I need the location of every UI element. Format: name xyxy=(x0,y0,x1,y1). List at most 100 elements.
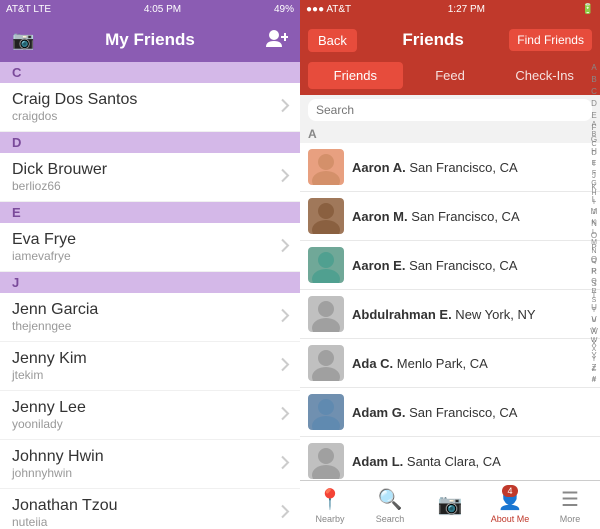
right-alpha-letter[interactable]: H xyxy=(591,189,596,199)
friend-username: johnnyhwin xyxy=(12,466,270,480)
right-alpha-letter[interactable]: Z xyxy=(592,365,596,375)
right-alpha-letter[interactable]: J xyxy=(592,208,596,218)
friend-arrow-icon xyxy=(280,407,290,424)
right-tab-bar: FriendsFeedCheck-Ins xyxy=(300,62,600,95)
bottom-tab-nearby[interactable]: 📍Nearby xyxy=(300,481,360,529)
friend-full-name: Aaron E. San Francisco, CA xyxy=(352,258,592,273)
friend-row[interactable]: Adam G. San Francisco, CA xyxy=(300,388,600,437)
friend-name: Eva Frye xyxy=(12,231,270,249)
avatar xyxy=(308,149,344,185)
right-alpha-letter[interactable]: V xyxy=(592,326,597,336)
bottom-tab-label: Search xyxy=(376,514,405,524)
tab-friends[interactable]: Friends xyxy=(308,62,403,89)
right-alpha-letter[interactable]: A xyxy=(592,120,597,130)
friend-arrow-icon xyxy=(280,169,290,186)
friend-name: Johnny Hwin xyxy=(12,448,270,466)
tab-feed[interactable]: Feed xyxy=(403,62,498,89)
tab-check-ins[interactable]: Check-Ins xyxy=(497,62,592,89)
friend-arrow-icon xyxy=(280,358,290,375)
left-panel: AT&T LTE 4:05 PM 49% 📷 My Friends C Crai… xyxy=(0,0,300,529)
friend-item[interactable]: Johnny Hwin johnnyhwin xyxy=(0,440,300,489)
friend-name: Jenny Lee xyxy=(12,399,270,417)
friend-info: Adam L. Santa Clara, CA xyxy=(352,454,592,469)
right-alpha-letter[interactable]: X xyxy=(592,345,597,355)
find-friends-button[interactable]: Find Friends xyxy=(509,29,592,51)
right-alpha-letter[interactable]: L xyxy=(592,228,596,238)
right-alpha-letter[interactable]: D xyxy=(591,149,596,159)
friend-item[interactable]: Eva Frye iamevafrye xyxy=(0,223,300,272)
friend-item[interactable]: Jenn Garcia thejenngee xyxy=(0,293,300,342)
camera-icon[interactable]: 📷 xyxy=(12,30,34,51)
right-alpha-sidebar[interactable]: ABCDEFGHIJKLMNOPQRSTUVWXYZ# xyxy=(588,120,600,385)
avatar xyxy=(308,443,344,479)
friend-row[interactable]: Adam L. Santa Clara, CA xyxy=(300,437,600,480)
bottom-tab-bar: 📍Nearby🔍Search 📷 👤4About Me☰More xyxy=(300,480,600,529)
back-button[interactable]: Back xyxy=(308,29,357,52)
friend-full-name: Abdulrahman E. New York, NY xyxy=(352,307,592,322)
right-alpha-letter[interactable]: K xyxy=(592,218,597,228)
left-content: C Craig Dos Santos craigdos D Dick Brouw… xyxy=(0,62,300,529)
friend-row[interactable]: Aaron M. San Francisco, CA xyxy=(300,192,600,241)
left-status-bar: AT&T LTE 4:05 PM 49% xyxy=(0,0,300,18)
friend-info: Aaron M. San Francisco, CA xyxy=(352,209,592,224)
left-header: 📷 My Friends xyxy=(0,18,300,62)
right-carrier: ●●● AT&T xyxy=(306,4,351,15)
right-alpha-letter[interactable]: C xyxy=(591,140,596,150)
right-alpha-letter[interactable]: S xyxy=(592,296,597,306)
right-alpha-letter[interactable]: I xyxy=(593,198,595,208)
friend-row[interactable]: Aaron E. San Francisco, CA xyxy=(300,241,600,290)
right-alpha-letter[interactable]: G xyxy=(591,179,596,189)
friend-row[interactable]: Aaron A. San Francisco, CA xyxy=(300,143,600,192)
bottom-tab-more[interactable]: ☰More xyxy=(540,481,600,529)
friend-row[interactable]: Abdulrahman E. New York, NY xyxy=(300,290,600,339)
friend-info: Aaron E. San Francisco, CA xyxy=(352,258,592,273)
right-battery-icons: 🔋 xyxy=(582,4,594,15)
friend-item[interactable]: Jenny Kim jtekim xyxy=(0,342,300,391)
bottom-tab-label: Nearby xyxy=(315,514,344,524)
right-alpha-letter[interactable]: P xyxy=(592,267,597,277)
right-alpha-letter[interactable]: E xyxy=(592,159,597,169)
friend-full-name: Adam L. Santa Clara, CA xyxy=(352,454,592,469)
avatar xyxy=(308,394,344,430)
right-alpha-letter[interactable]: U xyxy=(591,316,596,326)
search-bar xyxy=(300,95,600,125)
right-alpha-letter[interactable]: O xyxy=(591,257,596,267)
bottom-tab-camera[interactable]: 📷 xyxy=(420,481,480,529)
friend-username: yoonilady xyxy=(12,417,270,431)
bottom-tab-icon: 📷 xyxy=(438,492,463,517)
right-alpha-letter[interactable]: Y xyxy=(592,355,597,365)
bottom-tab-search[interactable]: 🔍Search xyxy=(360,481,420,529)
friend-arrow-icon xyxy=(280,309,290,326)
bottom-tab-icon: ☰ xyxy=(561,487,579,512)
friend-full-name: Aaron A. San Francisco, CA xyxy=(352,160,592,175)
friend-item[interactable]: Craig Dos Santos craigdos xyxy=(0,83,300,132)
friend-row[interactable]: Ada C. Menlo Park, CA xyxy=(300,339,600,388)
friend-arrow-icon xyxy=(280,505,290,522)
right-alpha-letter[interactable]: T xyxy=(592,306,596,316)
friend-item[interactable]: Jonathan Tzou nuteiia xyxy=(0,489,300,529)
friend-full-name: Aaron M. San Francisco, CA xyxy=(352,209,592,224)
right-alpha-letter[interactable]: W xyxy=(591,336,598,346)
friend-arrow-icon xyxy=(280,239,290,256)
friends-section-label: A xyxy=(300,125,600,143)
right-time: 1:27 PM xyxy=(448,4,485,15)
right-panel: ●●● AT&T 1:27 PM 🔋 Back Friends Find Fri… xyxy=(300,0,600,529)
right-alpha-letter[interactable]: R xyxy=(591,287,596,297)
bottom-tab-about-me[interactable]: 👤4About Me xyxy=(480,481,540,529)
friend-name: Jonathan Tzou xyxy=(12,497,270,515)
friend-full-name: Adam G. San Francisco, CA xyxy=(352,405,592,420)
friend-item[interactable]: Dick Brouwer berlioz66 xyxy=(0,153,300,202)
right-status-bar: ●●● AT&T 1:27 PM 🔋 xyxy=(300,0,600,18)
right-alpha-letter[interactable]: B xyxy=(592,130,597,140)
right-alpha-letter[interactable]: Q xyxy=(591,277,596,287)
right-alpha-letter[interactable]: M xyxy=(591,238,597,248)
friend-full-name: Ada C. Menlo Park, CA xyxy=(352,356,592,371)
friend-item[interactable]: Jenny Lee yoonilady xyxy=(0,391,300,440)
friend-arrow-icon xyxy=(280,99,290,116)
right-alpha-letter[interactable]: # xyxy=(592,375,596,385)
add-friend-icon[interactable] xyxy=(266,29,288,52)
right-alpha-letter[interactable]: N xyxy=(591,247,596,257)
search-input[interactable] xyxy=(308,99,592,121)
section-header-D: D xyxy=(0,132,300,153)
right-alpha-letter[interactable]: F xyxy=(592,169,596,179)
